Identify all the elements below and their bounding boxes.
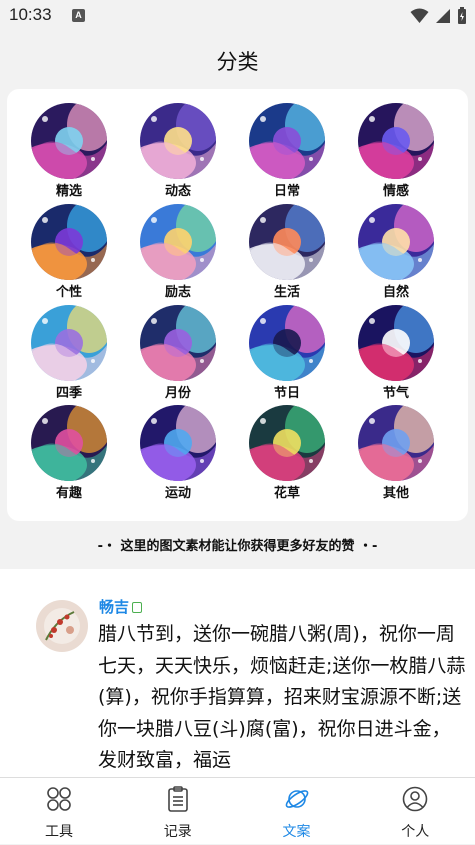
tab-label: 个人 (401, 824, 430, 840)
category-illustration (140, 204, 216, 280)
clipboard-icon (165, 786, 191, 812)
category-grid: 精选 动态 日常 情感个性 励志 生活 自然四季 月份 节日 节气有趣 运动 花草 其他 (7, 89, 468, 521)
status-bar: 10:33 A (0, 0, 475, 32)
tab-label: 文案 (282, 824, 311, 840)
category-item[interactable]: 生活 (232, 190, 342, 300)
category-illustration (249, 204, 325, 280)
category-item[interactable]: 其他 (341, 391, 451, 501)
bottom-tab-bar: 工具 记录 文案 个人 (0, 777, 475, 844)
category-illustration (358, 305, 434, 381)
category-illustration (31, 204, 107, 280)
category-illustration (31, 103, 107, 179)
category-label: 有趣 (55, 486, 82, 501)
notification-icon: A (72, 9, 85, 22)
category-illustration (249, 103, 325, 179)
signal-icon (436, 9, 450, 23)
category-item[interactable]: 个性 (14, 190, 124, 300)
category-illustration (140, 405, 216, 481)
category-illustration (358, 405, 434, 481)
category-illustration (249, 305, 325, 381)
category-illustration (140, 305, 216, 381)
category-item[interactable]: 月份 (123, 291, 233, 401)
planet-icon (284, 786, 310, 812)
page-title: 分类 (216, 50, 259, 74)
status-time: 10:33 (9, 5, 52, 24)
tab-label: 记录 (163, 824, 192, 840)
category-item[interactable]: 运动 (123, 391, 233, 501)
battery-icon (458, 7, 466, 24)
category-illustration (249, 405, 325, 481)
category-item[interactable]: 四季 (14, 291, 124, 401)
category-illustration (140, 103, 216, 179)
tab-2[interactable]: 文案 (238, 778, 356, 845)
category-item[interactable]: 节气 (341, 291, 451, 401)
avatar[interactable] (36, 600, 88, 652)
tab-1[interactable]: 记录 (119, 778, 237, 845)
tab-3[interactable]: 个人 (356, 778, 474, 845)
username-text: 畅吉 (99, 598, 130, 616)
category-card: 精选 动态 日常 情感个性 励志 生活 自然四季 月份 节日 节气有趣 运动 花草 其他 (7, 89, 468, 521)
post-list: 畅吉 腊八节到，送你一碗腊八粥(周)，祝你一周七天，天天快乐，烦恼赶走;送你一枚… (0, 569, 475, 777)
category-label: 其他 (382, 486, 409, 501)
badge-icon (132, 602, 143, 613)
category-item[interactable]: 情感 (341, 89, 451, 199)
category-item[interactable]: 动态 (123, 89, 233, 199)
tab-label: 工具 (45, 824, 73, 840)
category-item[interactable]: 励志 (123, 190, 233, 300)
status-icons (410, 6, 467, 26)
post-text[interactable]: 腊八节到，送你一碗腊八粥(周)，祝你一周七天，天天快乐，烦恼赶走;送你一枚腊八蒜… (98, 619, 466, 777)
category-item[interactable]: 自然 (341, 190, 451, 300)
category-illustration (358, 103, 434, 179)
promo-text: -・ 这里的图文素材能让你获得更多好友的赞 ・- (97, 539, 378, 554)
category-item[interactable]: 有趣 (14, 391, 124, 501)
category-item[interactable]: 花草 (232, 391, 342, 501)
grid-circles-icon (46, 786, 72, 812)
category-item[interactable]: 精选 (14, 89, 124, 199)
category-item[interactable]: 节日 (232, 291, 342, 401)
category-item[interactable]: 日常 (232, 89, 342, 199)
category-label: 运动 (164, 486, 191, 501)
category-illustration (31, 405, 107, 481)
post-username[interactable]: 畅吉 (99, 596, 143, 617)
category-label: 花草 (273, 486, 300, 501)
category-illustration (358, 204, 434, 280)
person-icon (402, 786, 428, 812)
tab-0[interactable]: 工具 (0, 778, 118, 845)
wifi-icon (410, 8, 429, 23)
category-illustration (31, 305, 107, 381)
